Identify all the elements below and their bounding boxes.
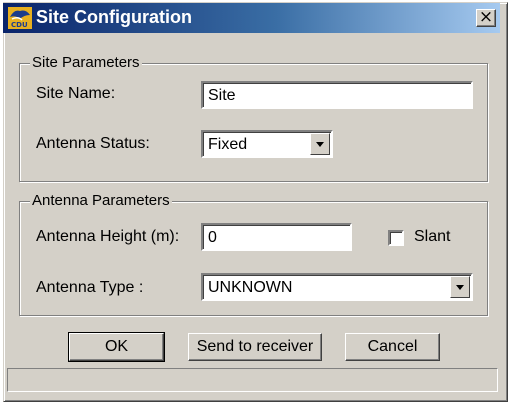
antenna-status-label: Antenna Status: bbox=[36, 135, 150, 152]
antenna-status-value: Fixed bbox=[208, 136, 248, 153]
antenna-type-value: UNKNOWN bbox=[208, 279, 293, 296]
title-bar[interactable]: CDU Site Configuration × bbox=[3, 3, 500, 33]
svg-text:CDU: CDU bbox=[11, 21, 28, 29]
cdu-app-icon: CDU bbox=[8, 7, 32, 29]
antenna-type-label: Antenna Type : bbox=[36, 279, 144, 296]
ok-button[interactable]: OK bbox=[68, 332, 165, 362]
site-name-label: Site Name: bbox=[36, 85, 116, 102]
cancel-button[interactable]: Cancel bbox=[345, 333, 440, 361]
site-name-input[interactable]: Site bbox=[201, 81, 473, 109]
slant-label[interactable]: Slant bbox=[414, 228, 450, 246]
antenna-height-input[interactable]: 0 bbox=[201, 223, 352, 251]
close-button[interactable]: × bbox=[476, 9, 496, 27]
site-parameters-legend: Site Parameters bbox=[30, 54, 142, 71]
close-icon: × bbox=[478, 7, 494, 27]
antenna-type-select[interactable]: UNKNOWN bbox=[201, 273, 473, 301]
send-to-receiver-button[interactable]: Send to receiver bbox=[188, 333, 322, 361]
antenna-parameters-legend: Antenna Parameters bbox=[30, 192, 172, 209]
chevron-down-icon[interactable] bbox=[450, 276, 470, 298]
slant-checkbox[interactable] bbox=[388, 230, 404, 246]
window-title: Site Configuration bbox=[36, 7, 192, 27]
status-bar bbox=[7, 368, 498, 392]
antenna-height-label: Antenna Height (m): bbox=[36, 228, 180, 245]
antenna-status-select[interactable]: Fixed bbox=[201, 130, 333, 158]
chevron-down-icon[interactable] bbox=[310, 133, 330, 155]
